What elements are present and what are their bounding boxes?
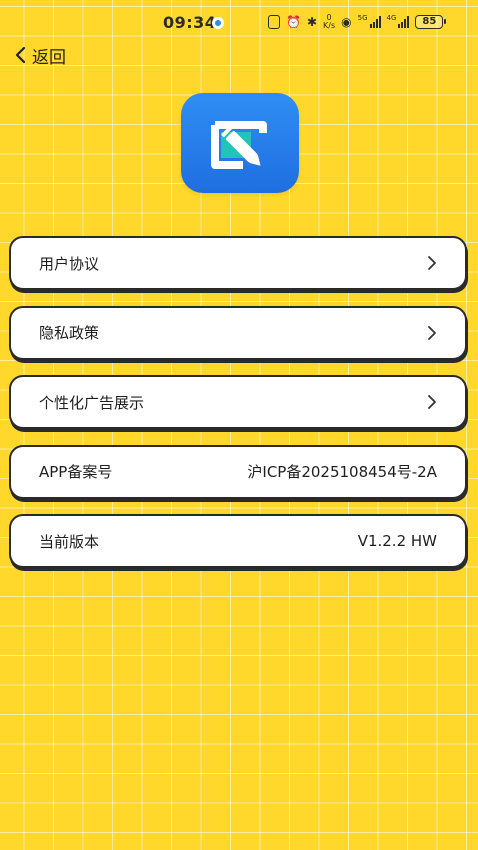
nfc-icon (268, 15, 280, 29)
row-label: 个性化广告展示 (39, 393, 145, 412)
row-privacy-policy[interactable]: 隐私政策 (9, 305, 467, 360)
shield-app-icon (212, 17, 224, 29)
row-value: V1.2.2 HW (357, 532, 437, 550)
back-label: 返回 (32, 47, 66, 68)
row-label: 当前版本 (39, 532, 100, 551)
status-bar: 09:34 ⏰ ✱ 0 K/s ◉ 5G 4G 85 (0, 0, 478, 44)
network-speed: 0 K/s (323, 14, 335, 30)
chevron-right-icon (428, 256, 436, 270)
signal-4g-icon (398, 16, 410, 28)
signal-5g-label: 5G (357, 14, 368, 22)
signal-4g-label: 4G (386, 14, 397, 22)
row-app-filing-number: APP备案号 沪ICP备2025108454号-2A (9, 444, 467, 499)
chevron-left-icon (15, 46, 26, 64)
alarm-icon: ⏰ (286, 15, 301, 29)
row-label: APP备案号 (39, 463, 113, 481)
status-time: 09:34 (163, 13, 217, 32)
row-personalized-ads[interactable]: 个性化广告展示 (9, 375, 467, 429)
row-user-agreement[interactable]: 用户协议 (9, 236, 467, 290)
battery-icon: 85 (415, 15, 447, 29)
edit-note-icon (211, 121, 267, 169)
chevron-right-icon (428, 325, 436, 340)
app-logo (181, 93, 299, 193)
settings-list: 用户协议 隐私政策 个性化广告展示 APP备案号 沪ICP备2025108454… (9, 236, 469, 584)
network-speed-unit: K/s (323, 21, 336, 30)
bluetooth-icon: ✱ (306, 15, 318, 29)
row-label: 用户协议 (39, 254, 100, 273)
status-icons: ⏰ ✱ 0 K/s ◉ 5G 4G 85 (268, 14, 447, 30)
hotspot-icon: ◉ (341, 15, 352, 29)
row-label: 隐私政策 (39, 324, 100, 342)
row-current-version: 当前版本 V1.2.2 HW (9, 514, 467, 568)
back-button[interactable]: 返回 (14, 42, 66, 68)
signal-5g-icon (369, 16, 381, 28)
row-value: 沪ICP备2025108454号-2A (247, 463, 437, 481)
chevron-right-icon (428, 395, 436, 409)
